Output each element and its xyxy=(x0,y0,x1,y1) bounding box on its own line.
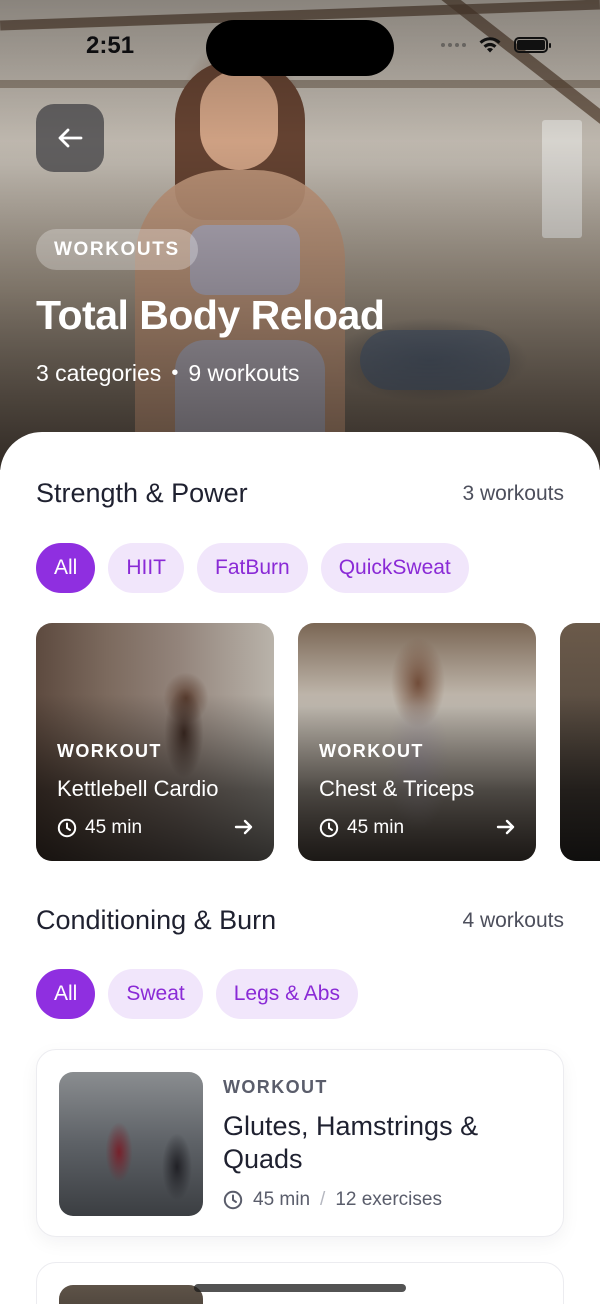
section-title: Conditioning & Burn xyxy=(36,905,277,935)
card-title: Kettlebell Cardio xyxy=(57,776,219,801)
battery-icon xyxy=(514,37,551,53)
filter-chips-conditioning: All Sweat Legs & Abs xyxy=(36,969,358,1019)
arrow-right-icon xyxy=(496,819,515,835)
filter-chips-strength: All HIIT FatBurn QuickSweat xyxy=(36,543,469,593)
section-count: 4 workouts xyxy=(462,908,564,932)
item-duration: 45 min xyxy=(253,1189,311,1210)
status-bar: 2:51 xyxy=(0,0,600,96)
meta-separator: • xyxy=(171,362,179,384)
workouts-count: 9 workouts xyxy=(188,360,300,386)
item-label: WORKOUT xyxy=(223,1077,328,1097)
section-count: 3 workouts xyxy=(462,481,564,505)
status-time: 2:51 xyxy=(86,32,135,59)
back-button[interactable] xyxy=(36,104,104,172)
section-header-strength: Strength & Power 3 workouts xyxy=(36,478,564,509)
cellular-icon xyxy=(441,43,466,47)
chip-hiit[interactable]: HIIT xyxy=(108,543,185,593)
item-title: Glutes, Hamstrings & Quads xyxy=(223,1111,479,1174)
meta-separator: / xyxy=(320,1189,326,1210)
home-indicator[interactable] xyxy=(194,1284,406,1292)
hero-tag: WORKOUTS xyxy=(36,229,198,270)
workout-thumbnail xyxy=(59,1285,203,1304)
chip-quicksweat[interactable]: QuickSweat xyxy=(320,543,469,593)
dynamic-island xyxy=(206,20,394,76)
workout-list-item[interactable]: WORKOUT Glutes, Hamstrings & Quads 45 mi… xyxy=(36,1049,564,1237)
card-title: Chest & Triceps xyxy=(319,776,475,801)
section-title: Strength & Power xyxy=(36,478,248,508)
wifi-icon xyxy=(479,37,501,53)
clock-icon xyxy=(223,1190,243,1210)
clock-icon xyxy=(319,818,339,838)
chip-legs-abs[interactable]: Legs & Abs xyxy=(215,969,358,1019)
workout-list-item-partial[interactable] xyxy=(36,1262,564,1304)
back-arrow-icon xyxy=(58,128,83,148)
workout-card[interactable]: WORKOUT Chest & Triceps 45 min xyxy=(298,623,536,861)
page-title: Total Body Reload xyxy=(36,292,385,338)
chip-fatburn[interactable]: FatBurn xyxy=(197,543,308,593)
clock-icon xyxy=(57,818,77,838)
card-label: WORKOUT xyxy=(319,741,424,761)
section-header-conditioning: Conditioning & Burn 4 workouts xyxy=(36,905,564,936)
arrow-right-icon xyxy=(234,819,253,835)
card-label: WORKOUT xyxy=(57,741,162,761)
categories-count: 3 categories xyxy=(36,360,162,386)
hero-meta: 3 categories • 9 workouts xyxy=(36,360,300,387)
workout-carousel[interactable]: WORKOUT Kettlebell Cardio 45 min WORKOUT… xyxy=(36,623,600,861)
workout-thumbnail xyxy=(59,1072,203,1216)
chip-all[interactable]: All xyxy=(36,543,96,593)
workout-card[interactable]: WORKOUT Kettlebell Cardio 45 min xyxy=(36,623,274,861)
card-duration: 45 min xyxy=(85,817,143,838)
card-duration: 45 min xyxy=(347,817,405,838)
chip-sweat[interactable]: Sweat xyxy=(108,969,203,1019)
workout-card-partial[interactable] xyxy=(560,623,600,861)
chip-all[interactable]: All xyxy=(36,969,96,1019)
item-exercises: 12 exercises xyxy=(335,1189,442,1210)
